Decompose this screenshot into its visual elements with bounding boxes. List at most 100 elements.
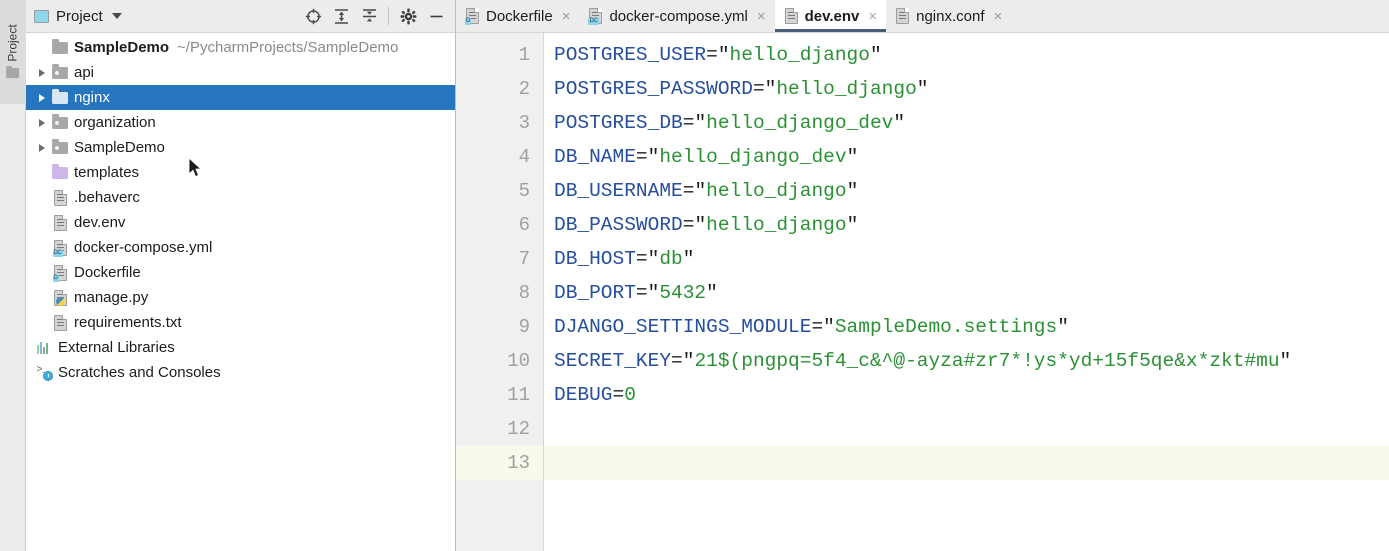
tree-row-sampledemo-package[interactable]: SampleDemo: [26, 135, 455, 160]
folder-icon: [7, 68, 20, 78]
code-line[interactable]: DEBUG=0: [544, 378, 1389, 412]
line-number-gutter[interactable]: 12345678910111213: [456, 33, 544, 551]
settings-gear-icon[interactable]: [395, 3, 421, 29]
quote-close: ": [1057, 316, 1069, 338]
tree-row-manage-py[interactable]: manage.py: [26, 285, 455, 310]
tab-nginx-conf[interactable]: nginx.conf ×: [886, 0, 1011, 32]
env-key: DB_USERNAME: [554, 180, 683, 202]
tree-row-scratches-and-consoles[interactable]: >_ Scratches and Consoles: [26, 360, 455, 385]
code-line[interactable]: DB_USERNAME="hello_django": [544, 174, 1389, 208]
project-icon: [34, 10, 49, 23]
code-content[interactable]: POSTGRES_USER="hello_django"POSTGRES_PAS…: [544, 33, 1389, 551]
tree-arrow: [34, 260, 50, 285]
chevron-down-icon[interactable]: [112, 13, 122, 19]
tree-row-nginx[interactable]: nginx: [26, 85, 455, 110]
hide-icon[interactable]: [423, 3, 449, 29]
equals-sign: =: [811, 316, 823, 338]
tree-row-external-libraries[interactable]: External Libraries: [26, 335, 455, 360]
expand-all-icon[interactable]: [328, 3, 354, 29]
tree-row-templates[interactable]: templates: [26, 160, 455, 185]
tree-row-organization[interactable]: organization: [26, 110, 455, 135]
tree-item-label: Scratches and Consoles: [58, 360, 221, 385]
env-value: hello_django: [776, 78, 916, 100]
tab-label: docker-compose.yml: [609, 8, 747, 25]
code-line[interactable]: DB_NAME="hello_django_dev": [544, 140, 1389, 174]
code-editor[interactable]: 12345678910111213 POSTGRES_USER="hello_d…: [456, 33, 1389, 551]
code-line[interactable]: DB_HOST="db": [544, 242, 1389, 276]
equals-sign: =: [671, 350, 683, 372]
text-file-icon: [50, 310, 70, 335]
env-value: 0: [624, 384, 636, 406]
equals-sign: =: [636, 146, 648, 168]
text-file-icon: [50, 185, 70, 210]
tree-row-api[interactable]: api: [26, 60, 455, 85]
tab-dev-env[interactable]: dev.env ×: [775, 0, 887, 32]
tree-arrow[interactable]: [34, 135, 50, 160]
tree-arrow: [34, 185, 50, 210]
quote-close: ": [706, 282, 718, 304]
tree-item-label: SampleDemo: [74, 35, 169, 60]
tree-arrow[interactable]: [34, 85, 50, 110]
line-number: 2: [456, 72, 543, 106]
code-line[interactable]: DB_PASSWORD="hello_django": [544, 208, 1389, 242]
env-value: hello_django: [706, 180, 846, 202]
env-key: DB_HOST: [554, 248, 636, 270]
project-panel-header: Project: [26, 0, 455, 33]
env-value: hello_django_dev: [706, 112, 893, 134]
folder-icon: [50, 35, 70, 60]
select-opened-file-icon[interactable]: [300, 3, 326, 29]
line-number: 10: [456, 344, 543, 378]
code-line[interactable]: POSTGRES_USER="hello_django": [544, 38, 1389, 72]
toolbar-divider: [388, 7, 389, 25]
project-panel: Project: [26, 0, 456, 551]
code-line[interactable]: [544, 412, 1389, 446]
quote-open: ": [694, 214, 706, 236]
folder-template-icon: [50, 160, 70, 185]
tree-row-sampledemo-root[interactable]: SampleDemo ~/PycharmProjects/SampleDemo: [26, 35, 455, 60]
env-key: DB_PASSWORD: [554, 214, 683, 236]
tree-arrow[interactable]: [34, 60, 50, 85]
equals-sign: =: [636, 282, 648, 304]
code-line[interactable]: DJANGO_SETTINGS_MODULE="SampleDemo.setti…: [544, 310, 1389, 344]
text-file-icon: [50, 210, 70, 235]
env-value: 5432: [659, 282, 706, 304]
tree-row-docker-compose[interactable]: DC docker-compose.yml: [26, 235, 455, 260]
close-icon[interactable]: ×: [868, 9, 877, 24]
close-icon[interactable]: ×: [757, 9, 766, 24]
folder-source-icon: [50, 110, 70, 135]
tree-row-requirements[interactable]: requirements.txt: [26, 310, 455, 335]
tab-label: nginx.conf: [916, 8, 984, 25]
docker-compose-file-icon: DC: [50, 235, 70, 260]
quote-open: ": [683, 350, 695, 372]
tab-dockerfile[interactable]: D Dockerfile ×: [456, 0, 579, 32]
tree-item-label: External Libraries: [58, 335, 175, 360]
close-icon[interactable]: ×: [562, 9, 571, 24]
tree-arrow[interactable]: [34, 110, 50, 135]
code-line[interactable]: [544, 446, 1389, 480]
tree-arrow: [34, 160, 50, 185]
project-tree[interactable]: SampleDemo ~/PycharmProjects/SampleDemo …: [26, 33, 455, 551]
code-line[interactable]: SECRET_KEY="21$(pngpq=5f4_c&^@-ayza#zr7*…: [544, 344, 1389, 378]
python-file-icon: [50, 285, 70, 310]
project-tool-window-label: Project: [6, 24, 20, 61]
line-number: 9: [456, 310, 543, 344]
tree-item-label: templates: [74, 160, 139, 185]
project-tool-window-button[interactable]: Project: [0, 0, 26, 104]
tree-row-dockerfile[interactable]: D Dockerfile: [26, 260, 455, 285]
project-panel-title-group[interactable]: Project: [34, 8, 122, 25]
collapse-all-icon[interactable]: [356, 3, 382, 29]
code-line[interactable]: POSTGRES_PASSWORD="hello_django": [544, 72, 1389, 106]
tree-item-label: .behaverc: [74, 185, 140, 210]
dockerfile-icon: D: [50, 260, 70, 285]
code-line[interactable]: POSTGRES_DB="hello_django_dev": [544, 106, 1389, 140]
quote-open: ": [694, 112, 706, 134]
tree-row-behaverc[interactable]: .behaverc: [26, 185, 455, 210]
close-icon[interactable]: ×: [994, 9, 1003, 24]
code-line[interactable]: DB_PORT="5432": [544, 276, 1389, 310]
tree-item-label: requirements.txt: [74, 310, 182, 335]
quote-open: ": [765, 78, 777, 100]
tree-row-dev-env[interactable]: dev.env: [26, 210, 455, 235]
tree-arrow[interactable]: [34, 35, 50, 60]
tab-docker-compose-yml[interactable]: DC docker-compose.yml ×: [579, 0, 774, 32]
editor-tab-bar: D Dockerfile × DC docker-compose.yml × d…: [456, 0, 1389, 33]
